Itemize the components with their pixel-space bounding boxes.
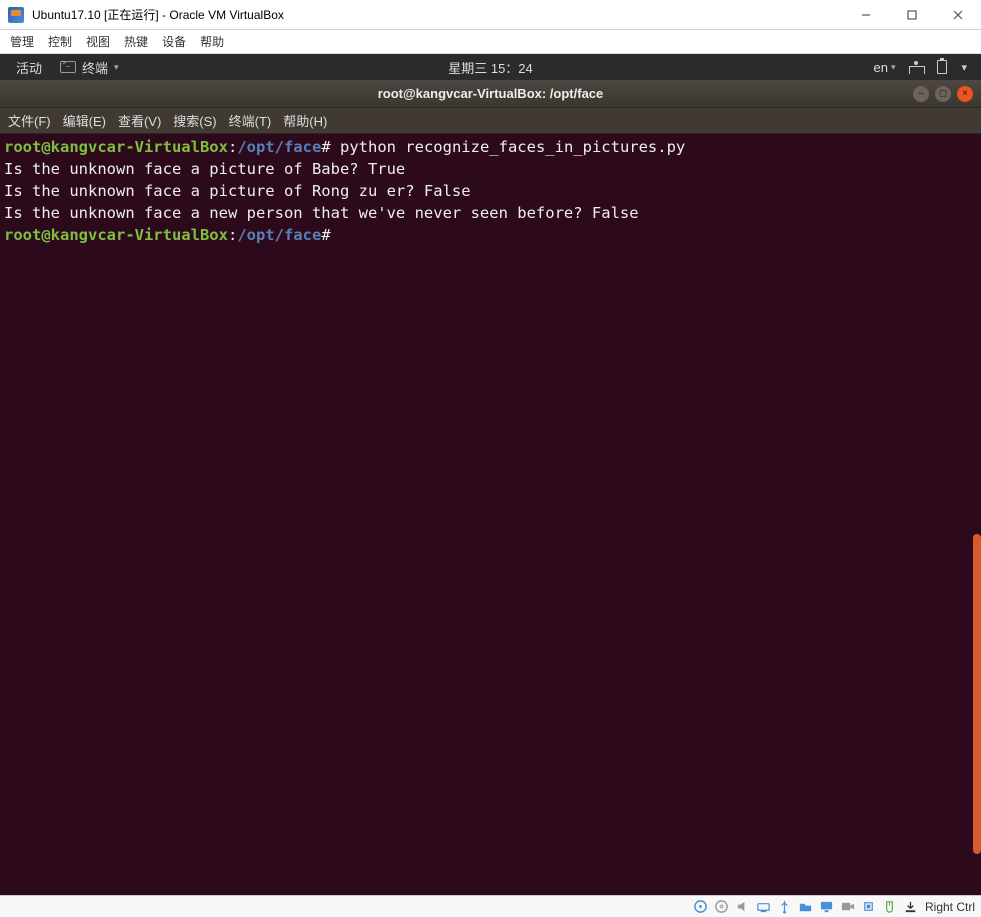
prompt-user: root@kangvcar-VirtualBox (4, 138, 228, 156)
chevron-down-icon: ▾ (114, 62, 119, 73)
vbox-menu-hotkeys[interactable]: 热键 (124, 33, 148, 50)
vbox-menu-manage[interactable]: 管理 (10, 33, 34, 50)
prompt-path: /opt/face (237, 226, 321, 244)
terminal-line: root@kangvcar-VirtualBox:/opt/face# (4, 224, 977, 246)
usb-icon[interactable] (776, 898, 793, 915)
gnome-clock[interactable]: 星期三 15：24 (448, 58, 533, 77)
terminal-line: root@kangvcar-VirtualBox:/opt/face# pyth… (4, 136, 977, 158)
hard-disk-icon[interactable] (692, 898, 709, 915)
terminal-menu-view[interactable]: 查看(V) (118, 111, 161, 130)
terminal-maximize-button[interactable]: ◻ (935, 86, 951, 102)
gnome-app-menu[interactable]: 终端 ▾ (54, 58, 125, 77)
terminal-output-line: Is the unknown face a picture of Babe? T… (4, 158, 977, 180)
command-text (331, 226, 340, 244)
gnome-input-source[interactable]: en ▾ (873, 60, 895, 75)
audio-icon[interactable] (734, 898, 751, 915)
battery-icon[interactable] (937, 60, 947, 74)
terminal-viewport[interactable]: root@kangvcar-VirtualBox:/opt/face# pyth… (0, 134, 981, 895)
terminal-menu-search[interactable]: 搜索(S) (173, 111, 216, 130)
system-menu-caret-icon[interactable]: ▾ (961, 61, 967, 74)
terminal-output-line: Is the unknown face a new person that we… (4, 202, 977, 224)
terminal-output-line: Is the unknown face a picture of Rong zu… (4, 180, 977, 202)
mouse-integration-icon[interactable] (881, 898, 898, 915)
vbox-menu-view[interactable]: 视图 (86, 33, 110, 50)
vbox-statusbar: Right Ctrl (0, 895, 981, 917)
vbox-menu-help[interactable]: 帮助 (200, 33, 224, 50)
vbox-titlebar: Ubuntu17.10 [正在运行] - Oracle VM VirtualBo… (0, 0, 981, 30)
terminal-icon (60, 61, 76, 73)
prompt-colon: : (228, 226, 237, 244)
prompt-hash: # (321, 138, 330, 156)
terminal-minimize-button[interactable]: – (913, 86, 929, 102)
gnome-top-panel: 活动 终端 ▾ 星期三 15：24 en ▾ ▾ (0, 54, 981, 80)
shared-folder-icon[interactable] (797, 898, 814, 915)
terminal-scrollbar[interactable] (973, 534, 981, 854)
terminal-close-button[interactable]: × (957, 86, 973, 102)
prompt-user: root@kangvcar-VirtualBox (4, 226, 228, 244)
terminal-window-titlebar: root@kangvcar-VirtualBox: /opt/face – ◻ … (0, 80, 981, 108)
recording-icon[interactable] (839, 898, 856, 915)
vbox-window-title: Ubuntu17.10 [正在运行] - Oracle VM VirtualBo… (32, 6, 843, 23)
gnome-activities-button[interactable]: 活动 (10, 58, 48, 77)
gnome-app-menu-label: 终端 (82, 58, 108, 77)
vbox-close-button[interactable] (935, 0, 981, 30)
optical-disk-icon[interactable] (713, 898, 730, 915)
vbox-window-buttons (843, 0, 981, 30)
command-text: python recognize_faces_in_pictures.py (331, 138, 686, 156)
terminal-menubar: 文件(F) 编辑(E) 查看(V) 搜索(S) 终端(T) 帮助(H) (0, 108, 981, 134)
network-adapter-icon[interactable] (755, 898, 772, 915)
cpu-icon[interactable] (860, 898, 877, 915)
prompt-colon: : (228, 138, 237, 156)
vbox-menubar: 管理 控制 视图 热键 设备 帮助 (0, 30, 981, 54)
vbox-maximize-button[interactable] (889, 0, 935, 30)
vbox-minimize-button[interactable] (843, 0, 889, 30)
display-icon[interactable] (818, 898, 835, 915)
host-key-label: Right Ctrl (923, 900, 975, 914)
gnome-input-source-label: en (873, 60, 887, 75)
keyboard-capture-icon[interactable] (902, 898, 919, 915)
terminal-menu-edit[interactable]: 编辑(E) (63, 111, 106, 130)
terminal-window-title: root@kangvcar-VirtualBox: /opt/face (378, 86, 604, 101)
network-icon[interactable] (909, 61, 923, 73)
vbox-menu-devices[interactable]: 设备 (162, 33, 186, 50)
vbox-menu-control[interactable]: 控制 (48, 33, 72, 50)
prompt-hash: # (321, 226, 330, 244)
terminal-menu-help[interactable]: 帮助(H) (283, 111, 327, 130)
vbox-app-icon (8, 7, 24, 23)
terminal-menu-file[interactable]: 文件(F) (8, 111, 51, 130)
terminal-menu-terminal[interactable]: 终端(T) (229, 111, 272, 130)
prompt-path: /opt/face (237, 138, 321, 156)
chevron-down-icon: ▾ (891, 62, 896, 73)
